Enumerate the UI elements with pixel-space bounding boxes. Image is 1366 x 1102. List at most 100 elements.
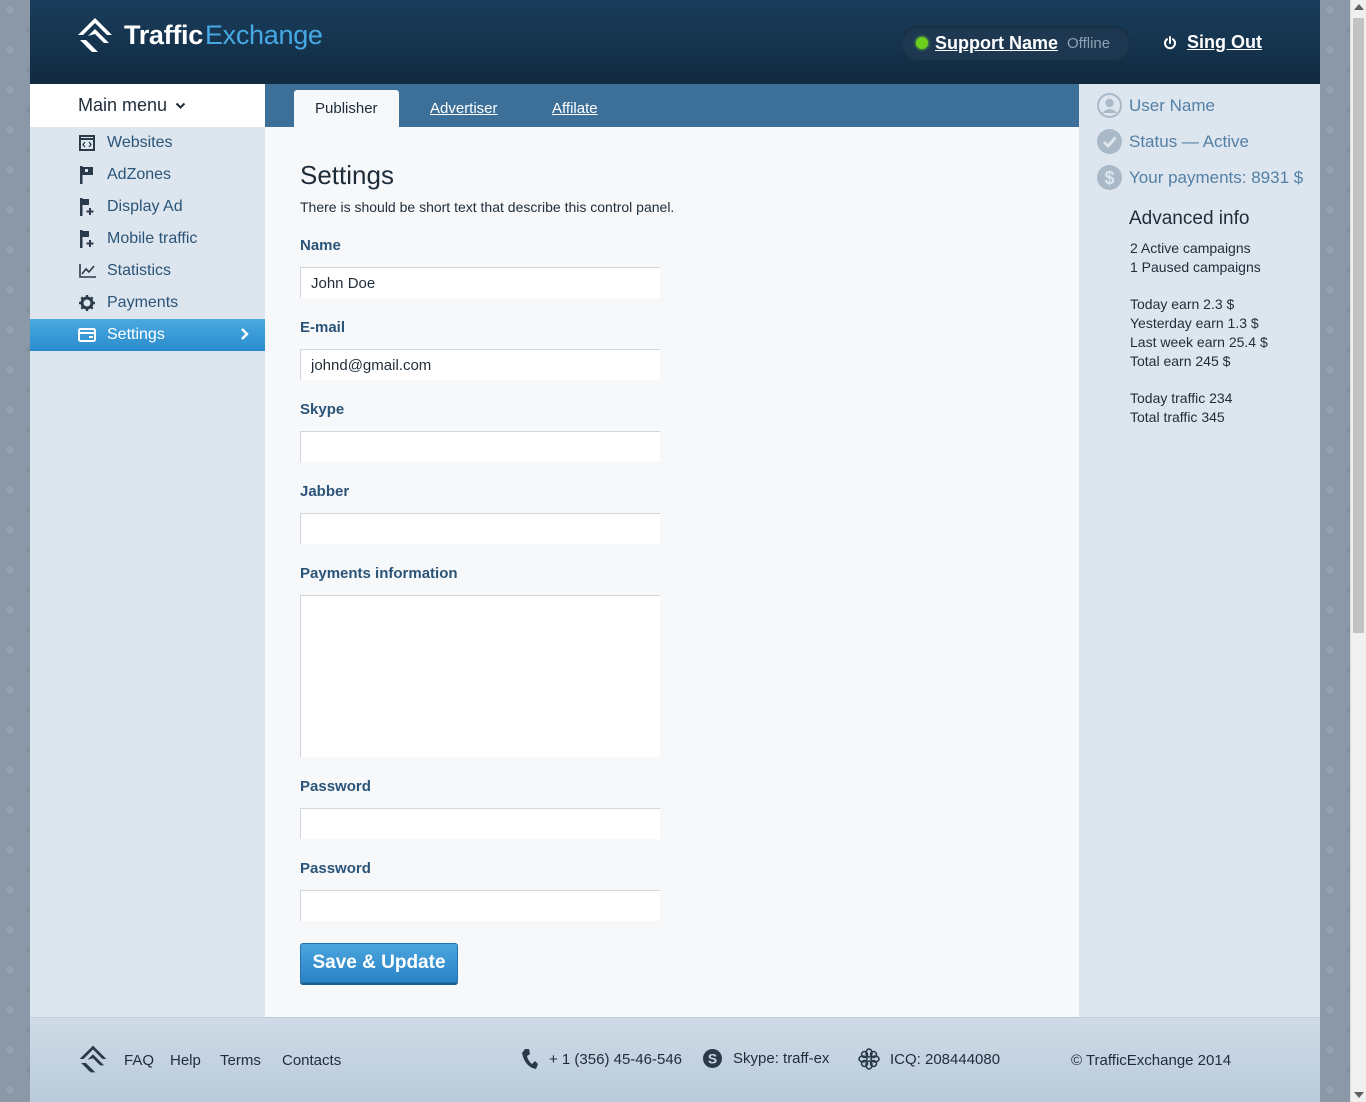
scroll-down-arrow-icon[interactable] (1354, 1092, 1364, 1098)
footer-link-terms[interactable]: Terms (220, 1052, 261, 1069)
page: TrafficExchange Support Name Offline Sin… (30, 0, 1320, 1102)
skype-field[interactable] (300, 431, 660, 462)
logo-text-traffic: Traffic (124, 19, 203, 50)
user-name-text[interactable]: User Name (1129, 96, 1215, 116)
adv-yesterday-earn: Yesterday earn 1.3 $ (1130, 315, 1259, 331)
signout-button[interactable]: Sing Out (1163, 32, 1262, 53)
user-icon (1097, 93, 1122, 118)
payments-info-label: Payments information (300, 565, 458, 582)
card-icon (78, 326, 96, 344)
adv-paused-campaigns: 1 Paused campaigns (1130, 259, 1261, 275)
tab-publisher[interactable]: Publisher (294, 90, 399, 127)
advanced-info-title: Advanced info (1129, 208, 1250, 229)
check-circle-icon (1097, 129, 1122, 154)
footer-link-help[interactable]: Help (170, 1052, 201, 1069)
sidebar-item-label: Statistics (107, 262, 172, 279)
chart-line-icon (78, 262, 96, 280)
footer-copyright: © TrafficExchange 2014 (1071, 1052, 1232, 1069)
vertical-scrollbar[interactable] (1350, 0, 1366, 1102)
email-label: E-mail (300, 319, 346, 336)
sidebar-item-display-ad[interactable]: Display Ad (30, 191, 265, 223)
sidebar-item-label: Payments (107, 294, 179, 311)
sidebar-item-settings[interactable]: Settings (30, 319, 265, 351)
sidebar: Main menu Websites AdZones Display Ad Mo… (30, 84, 265, 1017)
skype-icon: S (703, 1049, 722, 1068)
header: TrafficExchange Support Name Offline Sin… (30, 0, 1320, 84)
phone-icon (522, 1049, 538, 1069)
page-description: There is should be short text that descr… (300, 199, 675, 215)
gear-icon (78, 294, 96, 312)
svg-text:$: $ (1104, 168, 1114, 188)
support-status-text: Offline (1067, 34, 1111, 52)
tab-affilate[interactable]: Affilate (552, 100, 598, 117)
main-menu-toggle[interactable]: Main menu (30, 84, 265, 127)
name-field[interactable] (300, 267, 660, 298)
dollar-circle-icon: $ (1097, 165, 1122, 190)
scrollbar-thumb[interactable] (1353, 18, 1364, 633)
adv-total-traffic: Total traffic 345 (1130, 409, 1225, 425)
skype-label: Skype (300, 401, 345, 418)
footer-phone: + 1 (356) 45-46-546 (521, 1048, 682, 1070)
tab-bar: Publisher Advertiser Affilate (265, 84, 1079, 127)
sidebar-item-label: Settings (107, 326, 165, 343)
footer-skype: S Skype: traff-ex (702, 1048, 829, 1069)
main-menu-label: Main menu (78, 95, 168, 115)
signout-label: Sing Out (1187, 32, 1262, 52)
page-title: Settings (300, 160, 394, 190)
sidebar-item-label: Display Ad (107, 198, 183, 215)
sidebar-item-label: AdZones (107, 166, 172, 183)
support-status-pill: Support Name Offline (901, 26, 1130, 60)
sidebar-item-mobile-traffic[interactable]: Mobile traffic (30, 223, 265, 255)
chevron-right-icon (241, 328, 249, 340)
svg-text:S: S (708, 1051, 717, 1067)
payments-row: $ Your payments: 8931 $ (1097, 165, 1303, 190)
icq-flower-icon (858, 1048, 880, 1070)
online-status-dot (916, 37, 928, 49)
adv-active-campaigns: 2 Active campaigns (1130, 240, 1251, 256)
jabber-label: Jabber (300, 483, 350, 500)
adv-last-week-earn: Last week earn 25.4 $ (1130, 334, 1268, 350)
footer-link-faq[interactable]: FAQ (124, 1052, 154, 1069)
save-update-button[interactable]: Save & Update (300, 943, 458, 983)
password-confirm-label: Password (300, 860, 371, 877)
logo-text: TrafficExchange (124, 20, 323, 51)
scroll-up-arrow-icon[interactable] (1354, 4, 1364, 10)
jabber-field[interactable] (300, 513, 660, 544)
sidebar-item-label: Websites (107, 134, 173, 151)
footer-phone-text: + 1 (356) 45-46-546 (549, 1050, 683, 1068)
email-field[interactable] (300, 349, 660, 380)
adv-total-earn: Total earn 245 $ (1130, 353, 1231, 369)
logo-text-exchange: Exchange (204, 19, 323, 50)
password-field[interactable] (300, 808, 660, 839)
sidebar-item-label: Mobile traffic (107, 230, 198, 247)
sidebar-item-websites[interactable]: Websites (30, 127, 265, 159)
sidebar-item-adzones[interactable]: AdZones (30, 159, 265, 191)
support-name-link[interactable]: Support Name (935, 33, 1058, 54)
chevron-down-icon (175, 102, 186, 109)
status-row: Status — Active (1097, 129, 1249, 154)
flag-icon (78, 166, 96, 184)
footer-skype-text: Skype: traff-ex (733, 1050, 830, 1067)
payments-info-field[interactable] (300, 595, 660, 757)
footer: FAQ Help Terms Contacts + 1 (356) 45-46-… (30, 1017, 1320, 1102)
sidebar-item-statistics[interactable]: Statistics (30, 255, 265, 287)
account-info-panel: User Name Status — Active $ Your payment… (1079, 84, 1320, 1017)
flag-plus-icon (78, 230, 96, 248)
user-name-row: User Name (1097, 93, 1215, 118)
browser-code-icon (78, 134, 96, 152)
traffic-exchange-logo-icon (78, 18, 112, 52)
settings-panel: Settings There is should be short text t… (265, 127, 1079, 1017)
footer-link-contacts[interactable]: Contacts (282, 1052, 341, 1069)
adv-today-traffic: Today traffic 234 (1130, 390, 1233, 406)
power-icon (1164, 35, 1176, 49)
footer-icq-text: ICQ: 208444080 (890, 1050, 1001, 1068)
status-text: Status — Active (1129, 131, 1249, 151)
footer-logo-icon[interactable] (78, 1044, 108, 1074)
password-label: Password (300, 778, 371, 795)
tab-advertiser[interactable]: Advertiser (430, 100, 498, 117)
sidebar-item-payments[interactable]: Payments (30, 287, 265, 319)
flag-plus-icon (78, 198, 96, 216)
password-confirm-field[interactable] (300, 890, 660, 921)
footer-icq: ICQ: 208444080 (858, 1048, 1000, 1070)
logo[interactable]: TrafficExchange (76, 16, 323, 54)
